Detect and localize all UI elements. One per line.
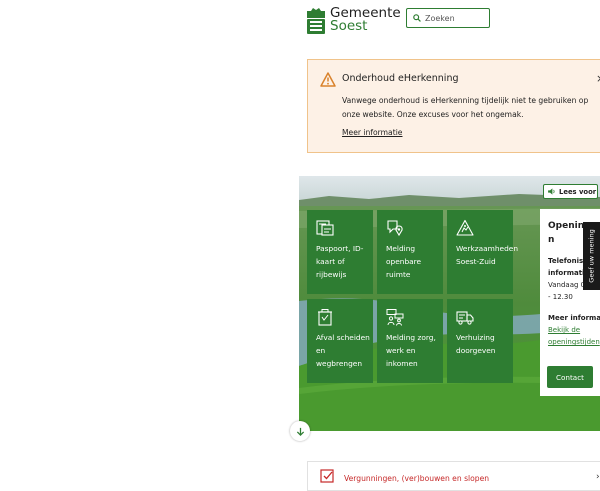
permits-card-title: Vergunningen, (ver)bouwen en slopen — [344, 474, 490, 483]
checklist-icon — [320, 469, 334, 483]
moving-truck-icon — [456, 311, 474, 325]
tile-label: Paspoort, ID-kaart of rijbewijs — [316, 244, 364, 279]
read-aloud-button[interactable]: Lees voor — [543, 184, 598, 199]
tile-label: Verhuizing doorgeven — [456, 333, 496, 355]
feedback-tab[interactable]: Geef uw mening — [583, 222, 600, 290]
search-icon — [413, 14, 421, 22]
close-icon[interactable]: × — [596, 72, 600, 85]
tile-label: Melding openbare ruimte — [386, 244, 422, 279]
waste-bin-icon — [318, 309, 332, 326]
tile-label: Melding zorg, werk en inkomen — [386, 333, 436, 368]
contact-button[interactable]: Contact — [547, 366, 593, 388]
logo-crest-icon — [307, 8, 325, 34]
location-pin-icon — [387, 220, 403, 237]
opening-hours-link-cont[interactable]: openingstijden — [548, 336, 600, 348]
tile-passport[interactable]: Paspoort, ID-kaart of rijbewijs — [307, 210, 373, 294]
tile-moving[interactable]: Verhuizing doorgeven — [447, 299, 513, 383]
tile-label: Afval scheiden en wegbrengen — [316, 333, 370, 368]
people-care-icon — [386, 309, 404, 326]
alert-body: Vanwege onderhoud is eHerkenning tijdeli… — [342, 96, 589, 119]
opening-hours-link[interactable]: Bekijk de — [548, 324, 600, 336]
id-card-icon — [316, 220, 334, 236]
search-box[interactable] — [406, 8, 490, 28]
logo-text-soest: Soest — [330, 18, 368, 34]
alert-more-info-link[interactable]: Meer informatie — [342, 128, 402, 137]
gemeente-soest-logo[interactable]: Gemeente Soest — [307, 5, 401, 35]
tile-waste[interactable]: Afval scheiden en wegbrengen — [307, 299, 373, 383]
maintenance-alert: Onderhoud eHerkenning Vanwege onderhoud … — [307, 59, 600, 153]
more-info-label: Meer informat — [548, 314, 600, 322]
scroll-down-button[interactable] — [290, 421, 310, 441]
alert-title: Onderhoud eHerkenning — [342, 73, 459, 84]
roadwork-warning-icon — [456, 219, 474, 236]
tile-care-work-income[interactable]: Melding zorg, werk en inkomen — [377, 299, 443, 383]
tile-label: Werkzaamheden Soest-Zuid — [456, 244, 519, 266]
speaker-icon — [548, 188, 555, 195]
feedback-label: Geef uw mening — [587, 229, 596, 283]
chevron-right-icon: › — [596, 472, 600, 482]
today-hours-end: - 12.30 — [548, 293, 573, 301]
tile-roadwork[interactable]: Werkzaamheden Soest-Zuid — [447, 210, 519, 294]
permits-card[interactable]: Vergunningen, (ver)bouwen en slopen › — [307, 461, 600, 491]
search-input[interactable] — [421, 13, 489, 23]
arrow-down-icon — [296, 427, 304, 436]
warning-icon — [320, 72, 336, 87]
tile-public-space-report[interactable]: Melding openbare ruimte — [377, 210, 443, 294]
read-aloud-label: Lees voor — [559, 187, 597, 196]
